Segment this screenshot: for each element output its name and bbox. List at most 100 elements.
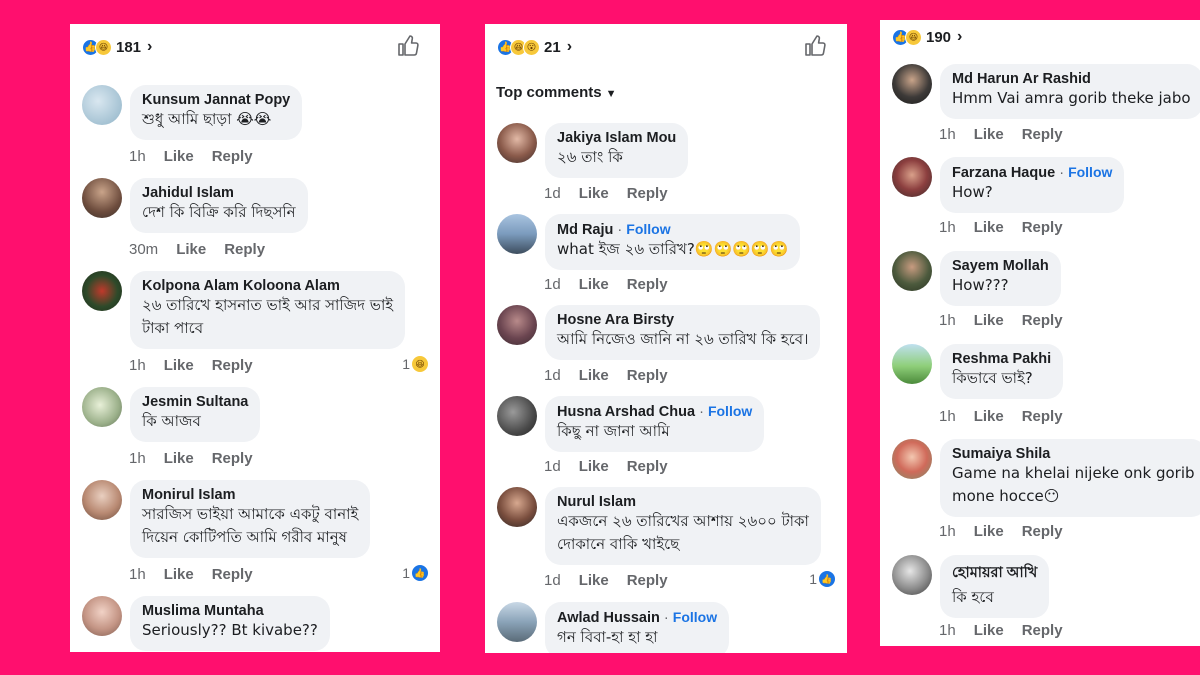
like-button[interactable]: Like — [164, 357, 194, 374]
avatar[interactable] — [82, 85, 122, 125]
avatar[interactable] — [497, 487, 537, 527]
avatar[interactable] — [892, 344, 932, 384]
comment-time[interactable]: 1h — [129, 566, 146, 583]
commenter-name[interactable]: Reshma Pakhi — [952, 351, 1051, 367]
commenter-name[interactable]: Md Raju · Follow — [557, 221, 788, 238]
reaction-summary[interactable]: 👍 😆 190 › — [892, 26, 962, 48]
avatar[interactable] — [497, 305, 537, 345]
avatar[interactable] — [892, 555, 932, 595]
avatar[interactable] — [82, 178, 122, 218]
avatar[interactable] — [82, 480, 122, 520]
reply-button[interactable]: Reply — [627, 367, 668, 384]
comment-time[interactable]: 1d — [544, 276, 561, 293]
avatar[interactable] — [82, 596, 122, 636]
reply-button[interactable]: Reply — [212, 450, 253, 467]
comment-time[interactable]: 1h — [129, 450, 146, 467]
commenter-name[interactable]: Husna Arshad Chua · Follow — [557, 403, 752, 420]
like-button[interactable]: Like — [974, 126, 1004, 143]
like-button[interactable]: Like — [579, 572, 609, 589]
like-button[interactable]: Like — [164, 148, 194, 165]
commenter-name[interactable]: Nurul Islam — [557, 494, 809, 510]
comment-time[interactable]: 1d — [544, 367, 561, 384]
comment-time[interactable]: 1h — [939, 126, 956, 143]
reply-button[interactable]: Reply — [1022, 622, 1063, 639]
reaction-summary[interactable]: 👍 😆 181 › — [82, 36, 152, 58]
commenter-name[interactable]: Sumaiya Shila — [952, 446, 1195, 462]
comment-reaction-count[interactable]: 1 👍 — [402, 565, 428, 581]
like-button[interactable]: Like — [176, 241, 206, 258]
comment-time[interactable]: 1h — [129, 148, 146, 165]
like-button[interactable]: Like — [579, 276, 609, 293]
reply-button[interactable]: Reply — [1022, 126, 1063, 143]
reaction-summary[interactable]: 👍 😆 😮 21 › — [497, 36, 572, 58]
like-button[interactable]: Like — [974, 312, 1004, 329]
avatar[interactable] — [892, 439, 932, 479]
top-comments-filter[interactable]: Top comments ▼ — [496, 84, 616, 101]
comment-reaction-count[interactable]: 1 😆 — [402, 356, 428, 372]
reply-button[interactable]: Reply — [212, 148, 253, 165]
comment-time[interactable]: 1d — [544, 185, 561, 202]
reply-button[interactable]: Reply — [1022, 219, 1063, 236]
avatar[interactable] — [892, 157, 932, 197]
thumbs-up-icon[interactable] — [803, 34, 827, 58]
comment-time[interactable]: 1h — [939, 622, 956, 639]
like-button[interactable]: Like — [579, 458, 609, 475]
reply-button[interactable]: Reply — [1022, 312, 1063, 329]
comment-time[interactable]: 30m — [129, 241, 158, 258]
commenter-name[interactable]: Kolpona Alam Koloona Alam — [142, 278, 393, 294]
like-button[interactable]: Like — [164, 450, 194, 467]
reply-button[interactable]: Reply — [627, 458, 668, 475]
comment-time[interactable]: 1h — [939, 408, 956, 425]
avatar[interactable] — [892, 251, 932, 291]
commenter-name[interactable]: Jakiya Islam Mou — [557, 130, 676, 146]
like-button[interactable]: Like — [974, 523, 1004, 540]
like-button[interactable]: Like — [974, 219, 1004, 236]
follow-button[interactable]: Follow — [708, 403, 752, 419]
reply-button[interactable]: Reply — [212, 566, 253, 583]
like-button[interactable]: Like — [579, 185, 609, 202]
reply-button[interactable]: Reply — [627, 572, 668, 589]
avatar[interactable] — [497, 214, 537, 254]
commenter-name[interactable]: Kunsum Jannat Popy — [142, 92, 290, 108]
commenter-name[interactable]: Hosne Ara Birsty — [557, 312, 808, 328]
like-button[interactable]: Like — [974, 622, 1004, 639]
commenter-name[interactable]: Sayem Mollah — [952, 258, 1049, 274]
reply-button[interactable]: Reply — [1022, 523, 1063, 540]
comment-time[interactable]: 1d — [544, 572, 561, 589]
avatar[interactable] — [497, 123, 537, 163]
avatar[interactable] — [892, 64, 932, 104]
avatar[interactable] — [82, 387, 122, 427]
comment-time[interactable]: 1h — [129, 357, 146, 374]
comment-bubble: Farzana Haque · Follow How? — [940, 157, 1125, 213]
thumbs-up-icon[interactable] — [396, 34, 420, 58]
commenter-name[interactable]: Farzana Haque · Follow — [952, 164, 1112, 181]
comment-time[interactable]: 1h — [939, 523, 956, 540]
commenter-name[interactable]: Jesmin Sultana — [142, 394, 248, 410]
comment-text: কিভাবে ভাই? — [952, 369, 1033, 387]
reply-button[interactable]: Reply — [627, 185, 668, 202]
commenter-name[interactable]: হোমায়রা আখি — [952, 562, 1037, 586]
reaction-count: 21 — [544, 38, 561, 56]
comment-time[interactable]: 1d — [544, 458, 561, 475]
comment-reaction-count[interactable]: 1 👍 — [809, 571, 835, 587]
reply-button[interactable]: Reply — [224, 241, 265, 258]
avatar[interactable] — [497, 602, 537, 642]
follow-button[interactable]: Follow — [673, 609, 717, 625]
follow-button[interactable]: Follow — [1068, 164, 1112, 180]
commenter-name[interactable]: Jahidul Islam — [142, 185, 296, 201]
commenter-name[interactable]: Awlad Hussain · Follow — [557, 609, 717, 626]
follow-button[interactable]: Follow — [626, 221, 670, 237]
comment-time[interactable]: 1h — [939, 312, 956, 329]
commenter-name[interactable]: Monirul Islam — [142, 487, 358, 503]
comment-time[interactable]: 1h — [939, 219, 956, 236]
like-button[interactable]: Like — [164, 566, 194, 583]
like-button[interactable]: Like — [974, 408, 1004, 425]
commenter-name[interactable]: Muslima Muntaha — [142, 603, 318, 619]
avatar[interactable] — [497, 396, 537, 436]
reply-button[interactable]: Reply — [1022, 408, 1063, 425]
like-button[interactable]: Like — [579, 367, 609, 384]
reply-button[interactable]: Reply — [627, 276, 668, 293]
avatar[interactable] — [82, 271, 122, 311]
reply-button[interactable]: Reply — [212, 357, 253, 374]
commenter-name[interactable]: Md Harun Ar Rashid — [952, 71, 1191, 87]
